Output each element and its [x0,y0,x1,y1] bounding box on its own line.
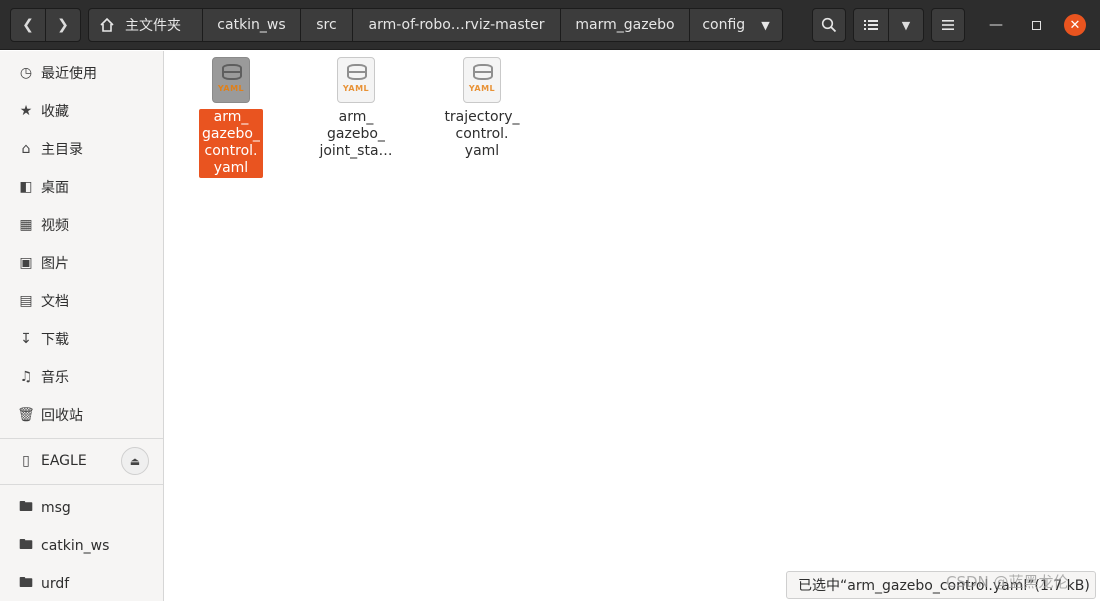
breadcrumb-label: config [702,17,746,33]
hamburger-icon [942,20,954,30]
sidebar-item-downloads[interactable]: ↧ 下载 [0,321,163,357]
sidebar-separator [0,484,163,485]
clock-icon: ◷ [19,65,33,81]
sidebar: ◷ 最近使用 ★ 收藏 ⌂ 主目录 ◧ 桌面 ▦ 视频 ▣ 图片 ▤ 文档 ↧ [0,51,164,601]
file-item-arm-gazebo-control[interactable]: YAML arm_ gazebo_ control. yaml [186,51,276,178]
sidebar-item-label: EAGLE [41,453,87,469]
sidebar-item-label: catkin_ws [41,538,110,554]
search-icon [821,17,837,33]
file-name: trajectory_ control. yaml [444,109,520,159]
database-icon [347,64,367,80]
close-button[interactable]: ✕ [1064,14,1086,36]
database-icon [473,64,493,80]
breadcrumb-src[interactable]: src [301,8,353,42]
document-icon: ▤ [19,293,33,309]
database-icon [222,64,242,80]
sidebar-item-urdf[interactable]: 🖿 urdf [0,566,163,601]
video-icon: ▦ [19,217,33,233]
sidebar-item-label: 桌面 [41,180,69,196]
sidebar-item-label: 音乐 [41,370,69,386]
desktop-icon: ◧ [19,179,33,195]
sidebar-item-label: 视频 [41,218,69,234]
breadcrumb-label: src [316,17,337,33]
sidebar-item-desktop[interactable]: ◧ 桌面 [0,169,163,205]
sidebar-item-label: 收藏 [41,104,69,120]
file-name: arm_ gazebo_ joint_sta… [319,109,393,159]
sidebar-item-home[interactable]: ⌂ 主目录 [0,131,163,167]
image-icon: ▣ [19,255,33,271]
view-options-button[interactable]: ▼ [888,8,924,42]
breadcrumb-label: catkin_ws [217,17,286,33]
sidebar-item-recent[interactable]: ◷ 最近使用 [0,55,163,91]
maximize-button[interactable] [1025,14,1047,36]
list-view-button[interactable] [853,8,889,42]
breadcrumb: 主文件夹 catkin_ws src arm-of-robo…rviz-mast… [88,8,783,42]
file-manager-window: ❮ ❯ 主文件夹 catkin_ws src arm-of-robo…rviz-… [0,0,1100,601]
sidebar-item-label: 回收站 [41,408,83,424]
sidebar-item-starred[interactable]: ★ 收藏 [0,93,163,129]
caret-down-icon: ▼ [901,18,911,32]
sidebar-item-label: 图片 [41,256,69,272]
breadcrumb-home[interactable]: 主文件夹 [88,8,203,42]
yaml-file-icon: YAML [337,57,375,103]
file-type-tag: YAML [217,84,245,93]
breadcrumb-marm-gazebo[interactable]: marm_gazebo [561,8,690,42]
file-type-tag: YAML [468,84,496,93]
chevron-left-icon: ❮ [22,17,34,33]
back-button[interactable]: ❮ [10,8,46,42]
home-icon: ⌂ [21,141,31,157]
caret-down-icon[interactable]: ▼ [761,19,769,32]
sidebar-item-msg[interactable]: 🖿 msg [0,490,163,526]
sidebar-item-label: urdf [41,576,70,592]
watermark: CSDN @蓝黑龙伦 [946,573,1069,591]
minimize-button[interactable]: — [985,14,1007,36]
sidebar-item-label: 文档 [41,294,69,310]
sidebar-item-documents[interactable]: ▤ 文档 [0,283,163,319]
close-icon: ✕ [1069,17,1081,33]
file-type-tag: YAML [342,84,370,93]
home-icon [100,17,114,32]
file-item-arm-gazebo-joint-states[interactable]: YAML arm_ gazebo_ joint_sta… [311,51,401,161]
download-icon: ↧ [20,331,32,347]
eject-button[interactable]: ⏏ [121,447,149,475]
sidebar-item-catkin-ws[interactable]: 🖿 catkin_ws [0,528,163,564]
search-button[interactable] [812,8,846,42]
sidebar-item-pictures[interactable]: ▣ 图片 [0,245,163,281]
breadcrumb-catkin-ws[interactable]: catkin_ws [203,8,301,42]
main-menu-button[interactable] [931,8,965,42]
file-item-trajectory-control[interactable]: YAML trajectory_ control. yaml [437,51,527,161]
sidebar-item-eagle[interactable]: ▯ EAGLE ⏏ [0,443,163,479]
breadcrumb-arm-of-robot[interactable]: arm-of-robo…rviz-master [353,8,561,42]
sidebar-item-music[interactable]: ♫ 音乐 [0,359,163,395]
file-name: arm_ gazebo_ control. yaml [199,109,263,178]
chevron-right-icon: ❯ [57,17,69,33]
sidebar-item-videos[interactable]: ▦ 视频 [0,207,163,243]
breadcrumb-config[interactable]: config ▼ [690,8,783,42]
yaml-file-icon: YAML [463,57,501,103]
minimize-icon: — [989,17,1003,33]
sidebar-item-label: 主目录 [41,142,83,158]
sidebar-item-label: 最近使用 [41,66,97,82]
folder-icon: 🖿 [19,575,33,591]
forward-button[interactable]: ❯ [45,8,81,42]
sidebar-item-label: 下载 [41,332,69,348]
eject-icon: ⏏ [129,454,141,468]
folder-icon: 🖿 [19,537,33,553]
breadcrumb-label: marm_gazebo [575,17,675,33]
trash-icon: 🗑 [17,407,35,423]
breadcrumb-label: 主文件夹 [125,18,181,34]
folder-icon: 🖿 [19,499,33,515]
music-icon: ♫ [19,369,33,385]
sidebar-separator [0,438,163,439]
file-grid[interactable]: YAML arm_ gazebo_ control. yaml YAML arm… [165,51,1100,601]
breadcrumb-label: arm-of-robo…rviz-master [368,17,545,33]
maximize-icon [1031,20,1041,30]
sidebar-item-label: msg [41,500,71,516]
header-bar: ❮ ❯ 主文件夹 catkin_ws src arm-of-robo…rviz-… [0,0,1100,50]
usb-drive-icon: ▯ [22,453,30,469]
star-icon: ★ [19,103,33,119]
list-view-icon [864,20,878,30]
sidebar-item-trash[interactable]: 🗑 回收站 [0,397,163,433]
yaml-file-icon: YAML [212,57,250,103]
